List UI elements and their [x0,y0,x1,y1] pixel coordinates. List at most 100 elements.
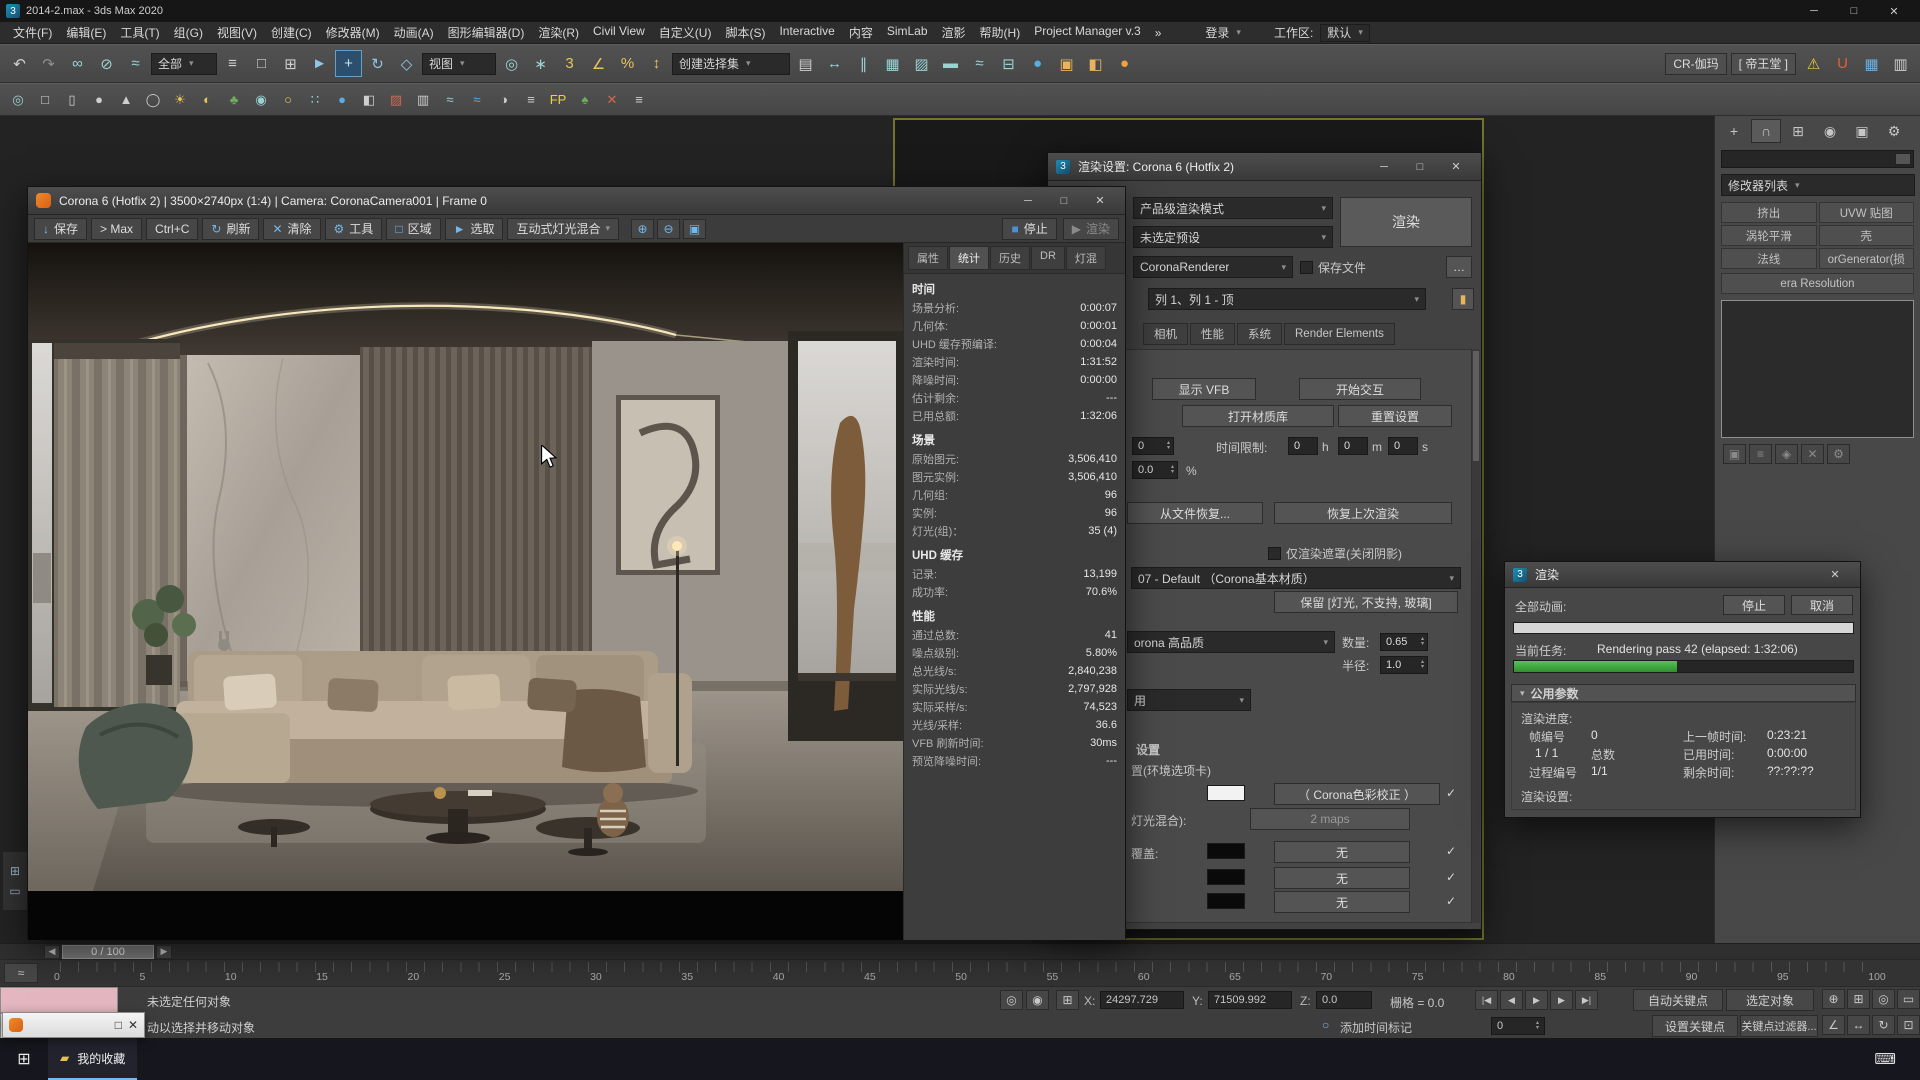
cancel-button[interactable]: 取消 [1791,595,1853,615]
denoise-quality-dropdown[interactable]: orona 高品质 ▾ [1127,631,1335,653]
cone-primitive-icon[interactable]: ▲ [114,88,138,112]
measure-tool-icon[interactable]: ▥ [1887,50,1914,77]
curve-editor-icon[interactable]: ≈ [966,50,993,77]
hierarchy-tab-icon[interactable]: ⊞ [1783,119,1813,143]
render-mask-row[interactable]: 仅渲染遮罩(关闭阴影) [1268,543,1402,563]
make-unique-icon[interactable]: ◈ [1775,444,1798,464]
radius-spinner[interactable]: 1.0 ▴▾ [1380,656,1428,674]
zoom-in-icon[interactable]: ⊕ [631,219,654,239]
vfb-to-max-button[interactable]: > Max [91,218,142,240]
close-button[interactable]: ✕ [1439,157,1473,177]
modifier-preset-button[interactable]: orGenerator(损 [1819,248,1915,269]
key-filters-button[interactable]: 关键点过滤器... [1740,1015,1818,1037]
start-interactive-button[interactable]: 开始交互 [1299,378,1421,400]
zoom-out-icon[interactable]: ⊖ [657,219,680,239]
spin-down-icon[interactable]: ▾ [1421,665,1424,670]
window-crossing-toggle-icon[interactable]: ⊞ [277,50,304,77]
minutes-spinner[interactable]: 0 [1338,437,1368,455]
vfb-clear-button[interactable]: ✕清除 [263,218,320,240]
override-check-icon[interactable]: ✓ [1446,891,1456,911]
time-slider-prev-button[interactable]: ◀ [44,945,60,959]
viewport-layout-alt-icon[interactable]: ▭ [9,884,20,898]
x-coord-field[interactable]: 24297.729 [1100,991,1184,1009]
time-slider-handle[interactable]: 0 / 100 [62,945,154,959]
material-editor-icon[interactable]: ● [1024,50,1051,77]
sphere-primitive-icon[interactable]: ● [87,88,111,112]
maximize-button[interactable]: □ [1834,1,1874,21]
vfb-region-button[interactable]: □区域 [386,218,440,240]
isolate-selection-icon[interactable]: ◎ [1000,990,1023,1010]
zoom-all-icon[interactable]: ⊞ [1847,989,1870,1009]
snap-target-icon[interactable]: ◎ [6,88,30,112]
override-color-swatch[interactable] [1207,893,1245,909]
keyboard-tray-icon[interactable]: ⌨ [1874,1050,1896,1068]
vfb-stats-tab[interactable]: 灯混 [1066,246,1106,270]
rectangular-selection-region-icon[interactable]: □ [248,50,275,77]
override-check-icon[interactable]: ✓ [1446,867,1456,887]
render-setup-tab[interactable]: 系统 [1237,323,1282,345]
render-progress-titlebar[interactable]: 3 渲染 ✕ [1505,562,1860,588]
reset-settings-button[interactable]: 重置设置 [1338,405,1452,427]
seconds-spinner[interactable]: 0 [1388,437,1418,455]
target-light-icon[interactable]: ○ [276,88,300,112]
go-to-start-icon[interactable]: |◀ [1475,990,1498,1010]
vfb-pick-button[interactable]: ►选取 [445,218,504,240]
preset-dropdown[interactable]: 未选定预设 ▾ [1133,226,1333,248]
select-and-manipulate-icon[interactable]: ∗ [527,50,554,77]
modifier-list-dropdown[interactable]: 修改器列表 ▾ [1721,174,1915,196]
angle-snap-toggle-icon[interactable]: ∠ [585,50,612,77]
restore-button[interactable]: □ [115,1018,122,1032]
water-map-icon[interactable]: ≈ [465,88,489,112]
save-file-browse-button[interactable]: … [1446,256,1472,278]
spin-down-icon[interactable]: ▾ [1421,642,1424,647]
menu-item[interactable]: 内容 [842,22,880,43]
maximize-viewport-icon[interactable]: ⊡ [1897,1015,1920,1035]
bind-to-space-warp-icon[interactable]: ≈ [122,50,149,77]
menu-item[interactable]: 渲染(R) [531,22,586,43]
common-parameters-rollout[interactable]: ▾ 公用参数 [1511,684,1856,702]
color-correct-check-icon[interactable]: ✓ [1446,783,1456,803]
scripts-list-icon[interactable]: ≡ [627,88,651,112]
forest-pack-icon[interactable]: ♠ [573,88,597,112]
lightmix-maps-button[interactable]: 2 maps [1250,808,1410,830]
rendered-frame-window-icon[interactable]: ◧ [1082,50,1109,77]
menu-item[interactable]: 组(G) [167,22,210,43]
render-button[interactable]: 渲染 [1340,197,1472,247]
render-setup-tab[interactable]: Render Elements [1284,323,1395,345]
modifier-preset-button[interactable]: 涡轮平滑 [1721,225,1817,246]
fov-icon[interactable]: ∠ [1822,1015,1845,1035]
menu-item[interactable]: 修改器(M) [319,22,387,43]
override-color-swatch[interactable] [1207,869,1245,885]
mini-curve-editor-icon[interactable]: ≈ [4,963,38,983]
batch-render-icon[interactable]: ≡ [519,88,543,112]
vfb-stats-tab[interactable]: 统计 [949,246,989,270]
undo-icon[interactable]: ↶ [6,50,33,77]
resume-last-render-button[interactable]: 恢复上次渲染 [1274,502,1452,524]
spinner-snap-toggle-icon[interactable]: ↕ [643,50,670,77]
vfb-stats-tab[interactable]: 历史 [990,246,1030,270]
go-to-end-icon[interactable]: ▶| [1575,990,1598,1010]
previous-frame-icon[interactable]: ◀ [1500,990,1523,1010]
vfb-titlebar[interactable]: Corona 6 (Hotfix 2) | 3500×2740px (1:4) … [28,187,1125,215]
menu-item[interactable]: 脚本(S) [718,22,772,43]
fp-tools-icon[interactable]: FP [546,88,570,112]
render-setup-tab[interactable]: 相机 [1143,323,1188,345]
vfb-lightmix-dropdown[interactable]: 互动式灯光混合▾ [507,218,619,240]
spin-down-icon[interactable]: ▾ [1536,1026,1539,1031]
open-material-library-button[interactable]: 打开材质库 [1182,405,1334,427]
vfb-stop-button[interactable]: ■停止 [1002,218,1056,240]
toggle-layer-explorer-icon[interactable]: ▨ [908,50,935,77]
unlink-selection-icon[interactable]: ⊘ [93,50,120,77]
override-map-button[interactable]: 无 [1274,841,1410,863]
pin-stack-icon[interactable]: ▣ [1723,444,1746,464]
color-correction-icon[interactable]: ▨ [384,88,408,112]
menu-item[interactable]: 创建(C) [264,22,319,43]
hours-spinner[interactable]: 0 [1288,437,1318,455]
vfb-refresh-button[interactable]: ↻刷新 [202,218,259,240]
menu-item[interactable]: Project Manager v.3 [1027,22,1148,43]
vfb-copy-button[interactable]: Ctrl+C [146,218,198,240]
minimize-button[interactable]: ─ [1794,1,1834,21]
menu-item[interactable]: 工具(T) [113,22,166,43]
menu-item[interactable]: 编辑(E) [59,22,113,43]
menu-item[interactable]: 动画(A) [387,22,441,43]
